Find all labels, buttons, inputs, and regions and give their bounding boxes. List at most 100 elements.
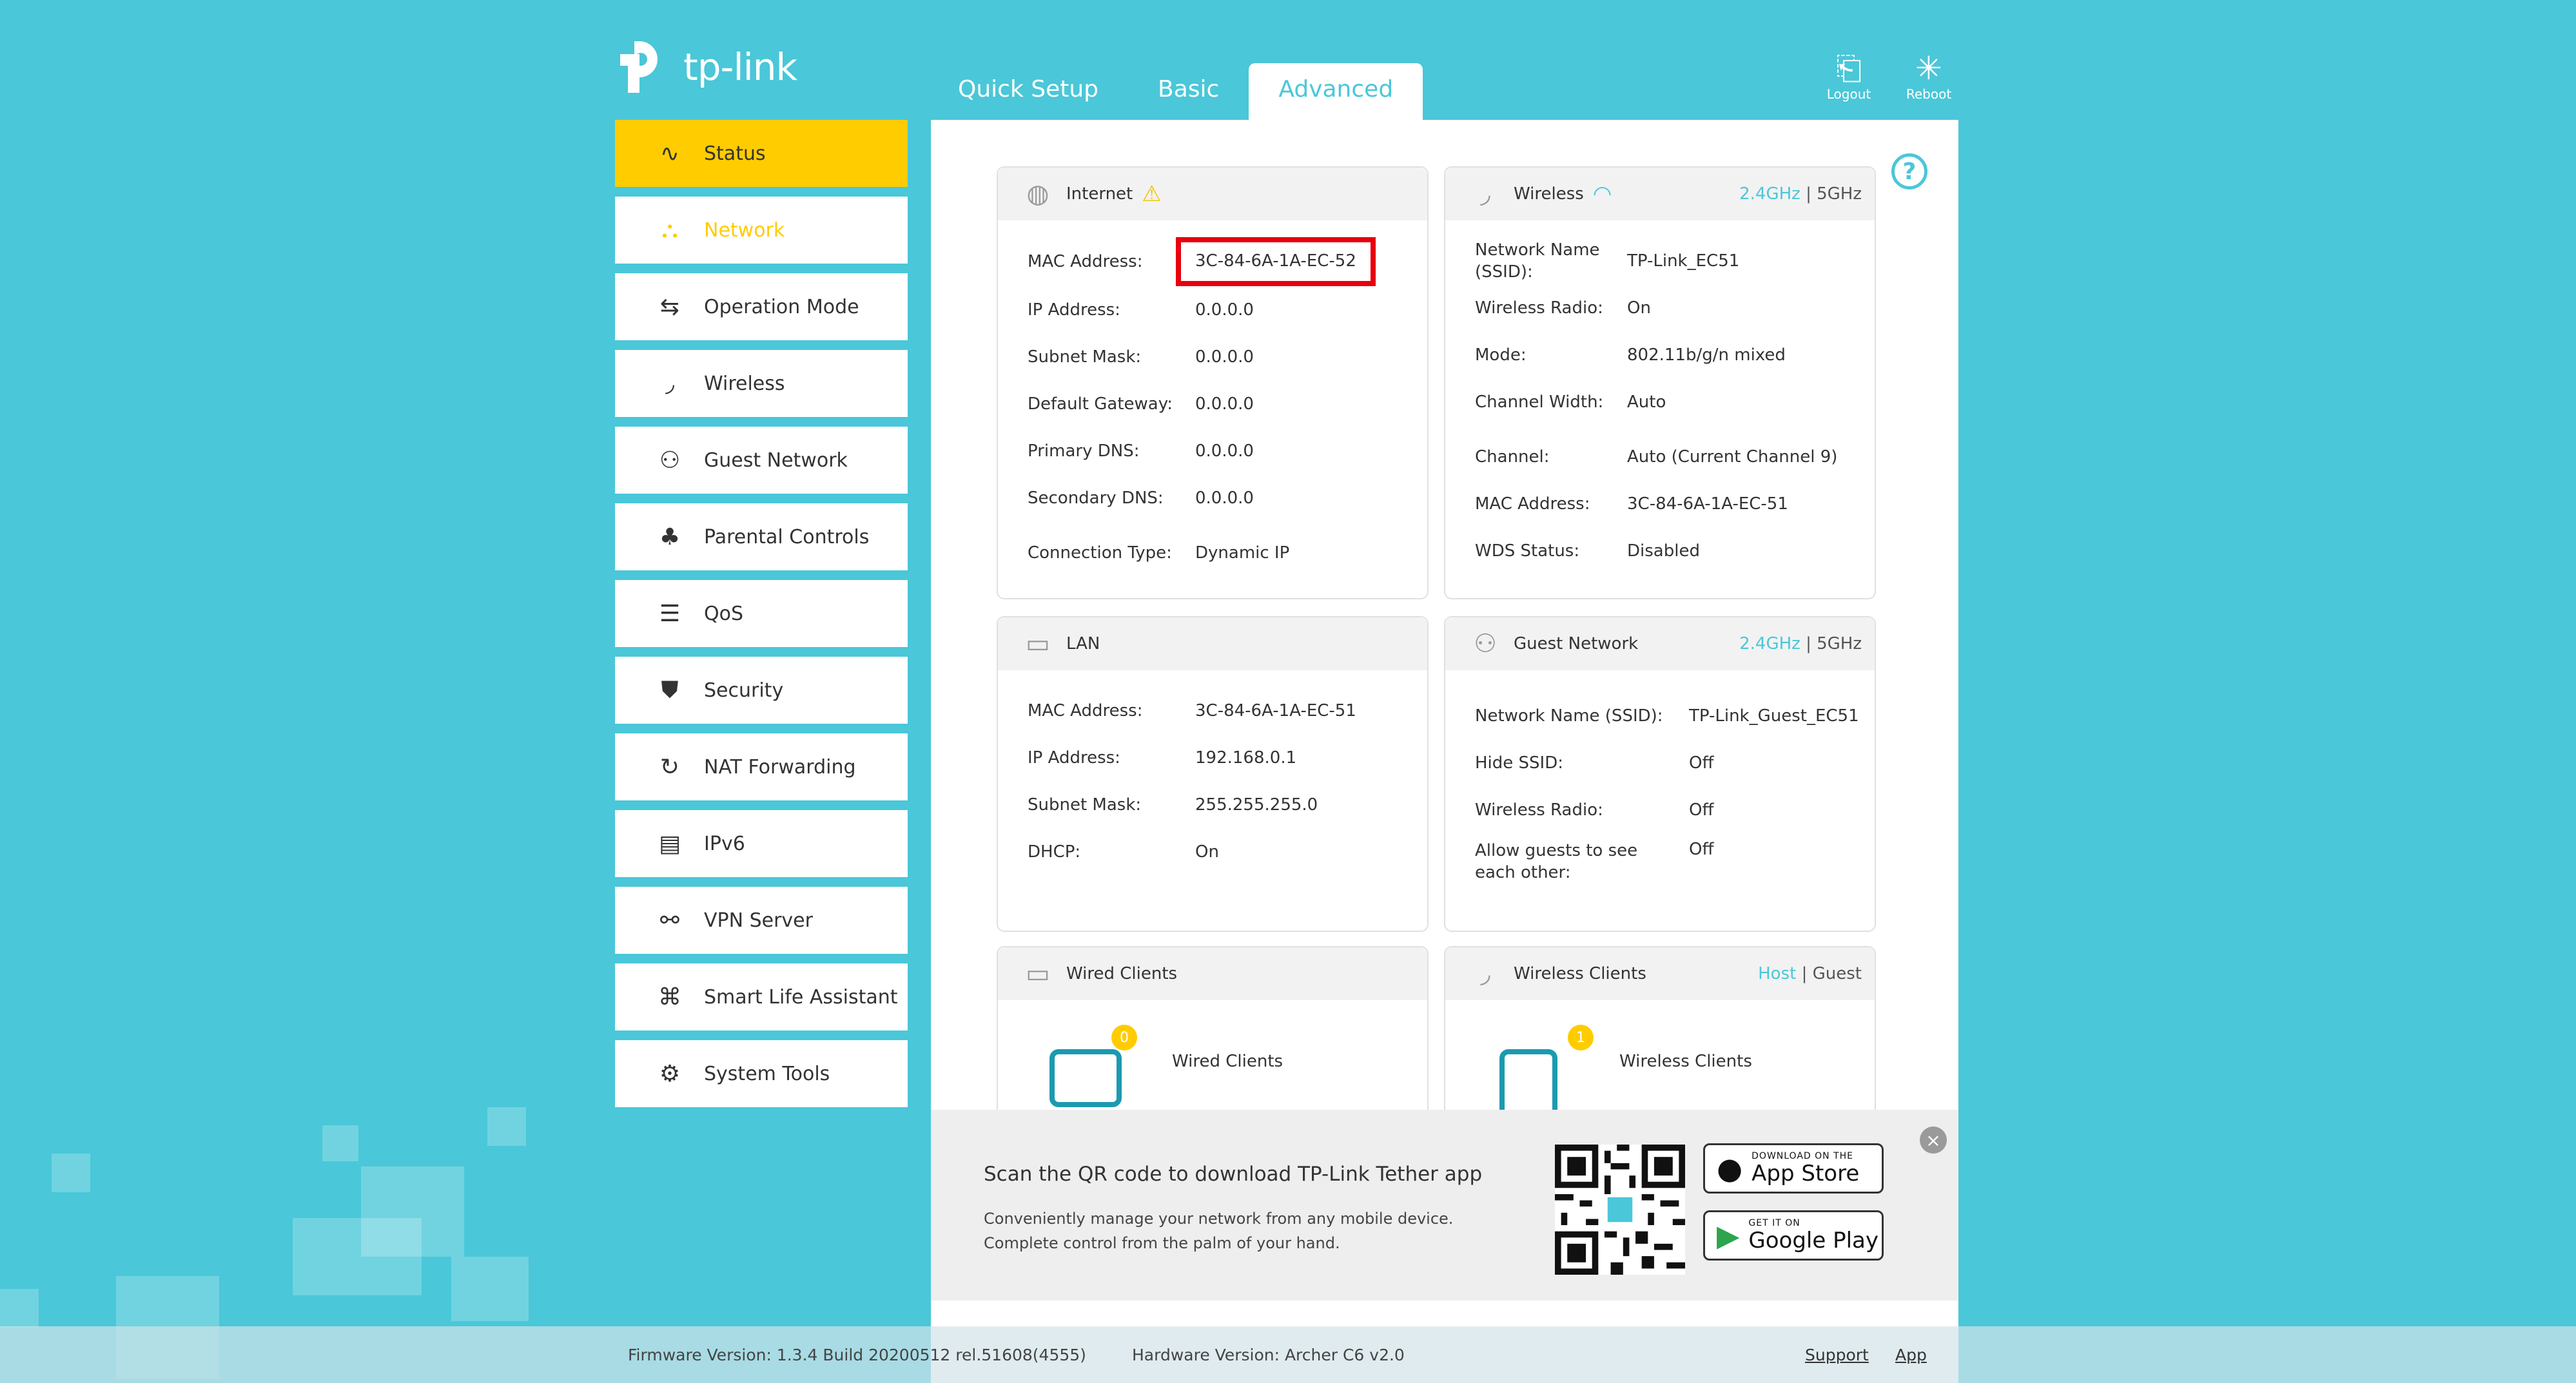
wired-client-device-icon[interactable] <box>1049 1049 1122 1107</box>
band-5ghz[interactable]: 5GHz <box>1817 184 1862 204</box>
google-play-small-text: GET IT ON <box>1748 1218 1800 1228</box>
background-decoration <box>322 1125 358 1161</box>
top-nav-tabs: Quick Setup Basic Advanced <box>928 63 1423 120</box>
guest-hide-ssid-label: Hide SSID: <box>1475 753 1563 773</box>
wireless-mode-label: Mode: <box>1475 345 1527 365</box>
background-decoration <box>52 1154 90 1192</box>
internet-mac-value: 3C-84-6A-1A-EC-52 <box>1176 237 1376 286</box>
internet-mac-label: MAC Address: <box>1028 252 1143 271</box>
wireless-channel-label: Channel: <box>1475 447 1550 467</box>
wired-clients-card-header: ▭ Wired Clients <box>998 947 1427 1000</box>
guest-band-24ghz[interactable]: 2.4GHz <box>1739 634 1800 653</box>
sidebar-item-label: Status <box>704 142 766 165</box>
qr-banner-desc-line2: Complete control from the palm of your h… <box>984 1234 1340 1252</box>
guest-hide-ssid-value: Off <box>1689 753 1714 773</box>
tab-advanced[interactable]: Advanced <box>1249 63 1423 120</box>
guest-radio-value: Off <box>1689 800 1714 820</box>
lan-dhcp-value: On <box>1195 842 1219 862</box>
sidebar-item-guest-network[interactable]: ⚇ Guest Network <box>615 427 908 494</box>
apple-icon: ● <box>1717 1151 1743 1186</box>
guest-toggle[interactable]: Guest <box>1813 964 1862 983</box>
wireless-clients-count-badge: 1 <box>1568 1025 1594 1050</box>
sidebar-item-security[interactable]: ⛊ Security <box>615 657 908 724</box>
google-play-button[interactable]: ▶ GET IT ON Google Play <box>1703 1210 1884 1261</box>
client-type-switch: Host | Guest <box>1758 964 1862 983</box>
internet-ip-value: 0.0.0.0 <box>1195 300 1254 320</box>
internet-ip-label: IP Address: <box>1028 300 1120 320</box>
lan-ip-label: IP Address: <box>1028 748 1120 768</box>
wifi-icon: ◠ <box>1592 181 1612 207</box>
hardware-version: Hardware Version: Archer C6 v2.0 <box>1132 1346 1405 1364</box>
lan-subnet-label: Subnet Mask: <box>1028 795 1142 815</box>
tp-link-logo-mark <box>620 41 658 93</box>
guest-icon: ⚇ <box>1474 629 1497 659</box>
close-icon[interactable]: × <box>1920 1127 1947 1154</box>
sidebar-item-parental-controls[interactable]: ♣ Parental Controls <box>615 503 908 570</box>
internet-secondary-dns-label: Secondary DNS: <box>1028 488 1164 508</box>
app-store-small-text: DOWNLOAD ON THE <box>1751 1151 1854 1161</box>
qr-banner-description: Conveniently manage your network from an… <box>984 1206 1453 1255</box>
wireless-ssid-value: TP-Link_EC51 <box>1627 251 1740 271</box>
sidebar-item-system-tools[interactable]: ⚙ System Tools <box>615 1040 908 1107</box>
guest-radio-label: Wireless Radio: <box>1475 800 1603 820</box>
lan-mac-label: MAC Address: <box>1028 701 1143 721</box>
sidebar-item-label: Wireless <box>704 372 785 395</box>
sidebar-item-smart-life-assistant[interactable]: ⌘ Smart Life Assistant <box>615 963 908 1030</box>
guest-icon: ⚇ <box>659 447 681 474</box>
qr-banner-desc-line1: Conveniently manage your network from an… <box>984 1210 1454 1228</box>
app-store-button[interactable]: ● DOWNLOAD ON THE App Store <box>1703 1143 1884 1194</box>
background-decoration <box>487 1107 526 1146</box>
background-decoration <box>0 1289 39 1328</box>
support-link[interactable]: Support <box>1805 1346 1869 1364</box>
sidebar-item-label: Security <box>704 679 784 702</box>
reboot-icon: ✳ <box>1915 50 1942 87</box>
sidebar-item-label: Smart Life Assistant <box>704 985 898 1009</box>
wired-clients-count-badge: 0 <box>1111 1025 1137 1050</box>
sidebar-item-status[interactable]: ∿ Status <box>615 120 908 187</box>
sidebar-item-label: Parental Controls <box>704 525 870 548</box>
google-play-icon: ▶ <box>1717 1218 1740 1253</box>
reboot-button[interactable]: ✳ Reboot <box>1900 50 1957 102</box>
tab-basic[interactable]: Basic <box>1128 63 1249 120</box>
footer: Firmware Version: 1.3.4 Build 20200512 r… <box>0 1326 2576 1383</box>
app-link[interactable]: App <box>1895 1346 1927 1364</box>
sidebar-item-label: VPN Server <box>704 909 813 932</box>
guest-band-switch: 2.4GHz | 5GHz <box>1739 634 1862 653</box>
lan-title: LAN <box>1066 634 1100 653</box>
guest-allow-see-value: Off <box>1689 840 1714 859</box>
logout-label: Logout <box>1826 86 1871 102</box>
sidebar-item-ipv6[interactable]: ▤ IPv6 <box>615 810 908 877</box>
sidebar-item-vpn-server[interactable]: ⚯ VPN Server <box>615 887 908 954</box>
logout-button[interactable]: ⎗ Logout <box>1820 50 1877 102</box>
wireless-channel-width-label: Channel Width: <box>1475 392 1604 412</box>
help-icon[interactable]: ? <box>1891 153 1927 189</box>
wireless-channel-value: Auto (Current Channel 9) <box>1627 447 1838 467</box>
host-toggle[interactable]: Host <box>1758 964 1796 983</box>
guest-network-card: ⚇ Guest Network 2.4GHz | 5GHz Network Na… <box>1444 616 1876 932</box>
internet-gateway-label: Default Gateway: <box>1028 394 1173 414</box>
nat-icon: ↻ <box>659 753 680 780</box>
pulse-icon: ∿ <box>659 140 680 167</box>
logout-icon: ⎗ <box>1836 50 1862 87</box>
internet-subnet-label: Subnet Mask: <box>1028 347 1142 367</box>
sidebar-item-operation-mode[interactable]: ⇆ Operation Mode <box>615 273 908 340</box>
internet-card: ◍ Internet ⚠ MAC Address: 3C-84-6A-1A-EC-… <box>997 166 1429 599</box>
internet-primary-dns-value: 0.0.0.0 <box>1195 441 1254 461</box>
wireless-title: Wireless <box>1514 184 1584 204</box>
band-24ghz[interactable]: 2.4GHz <box>1739 184 1800 204</box>
sidebar-item-wireless[interactable]: ◞ Wireless <box>615 350 908 417</box>
lan-card: ▭ LAN MAC Address: 3C-84-6A-1A-EC-51 IP A… <box>997 616 1429 932</box>
guest-band-5ghz[interactable]: 5GHz <box>1817 634 1862 653</box>
sidebar-item-nat-forwarding[interactable]: ↻ NAT Forwarding <box>615 733 908 800</box>
wireless-wds-value: Disabled <box>1627 541 1700 561</box>
sidebar: ∿ Status ⛬ Network ⇆ Operation Mode ◞ Wi… <box>615 120 908 1117</box>
sidebar-item-network[interactable]: ⛬ Network <box>615 197 908 264</box>
tab-quick-setup[interactable]: Quick Setup <box>928 63 1128 120</box>
sidebar-item-qos[interactable]: ☰ QoS <box>615 580 908 647</box>
globe-icon: ◍ <box>1026 179 1049 209</box>
firmware-version: Firmware Version: 1.3.4 Build 20200512 r… <box>628 1346 1086 1364</box>
internet-secondary-dns-value: 0.0.0.0 <box>1195 488 1254 508</box>
ipv6-icon: ▤ <box>658 830 681 857</box>
internet-subnet-value: 0.0.0.0 <box>1195 347 1254 367</box>
wireless-mac-value: 3C-84-6A-1A-EC-51 <box>1627 494 1788 514</box>
